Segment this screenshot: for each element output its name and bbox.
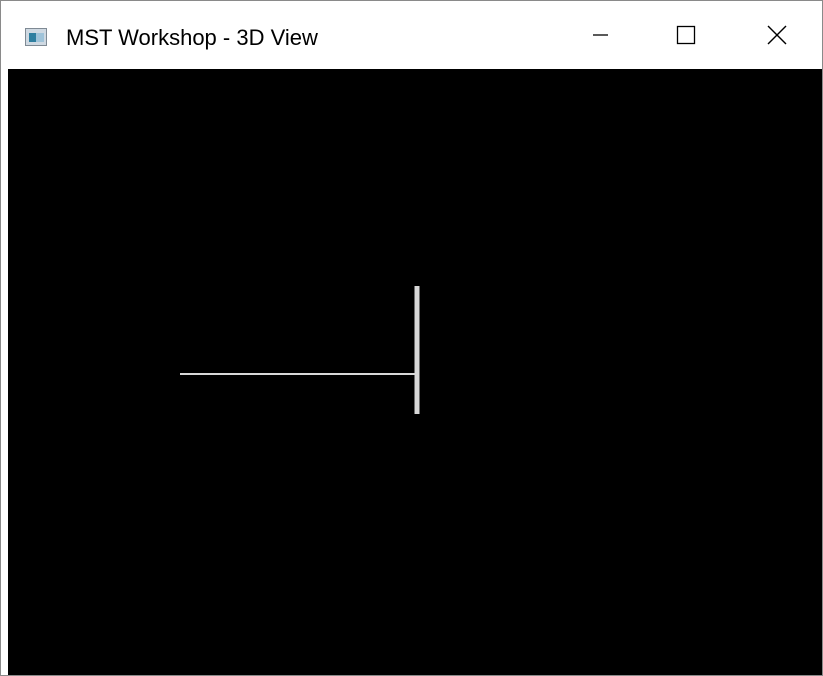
close-button[interactable] (731, 1, 822, 69)
window-title: MST Workshop - 3D View (66, 25, 318, 50)
app-icon-left-pane (29, 33, 36, 42)
maximize-button[interactable] (640, 1, 732, 69)
maximize-icon (676, 25, 696, 45)
app-window-icon[interactable] (25, 28, 47, 46)
title-bar[interactable]: MST Workshop - 3D View (1, 1, 822, 69)
app-window: MST Workshop - 3D View (0, 0, 823, 676)
close-icon (767, 25, 787, 45)
minimize-icon (593, 34, 608, 36)
app-icon-right-pane (36, 33, 44, 42)
3d-viewport[interactable] (8, 69, 822, 675)
scene-canvas (180, 286, 420, 414)
minimize-button[interactable] (554, 1, 646, 69)
